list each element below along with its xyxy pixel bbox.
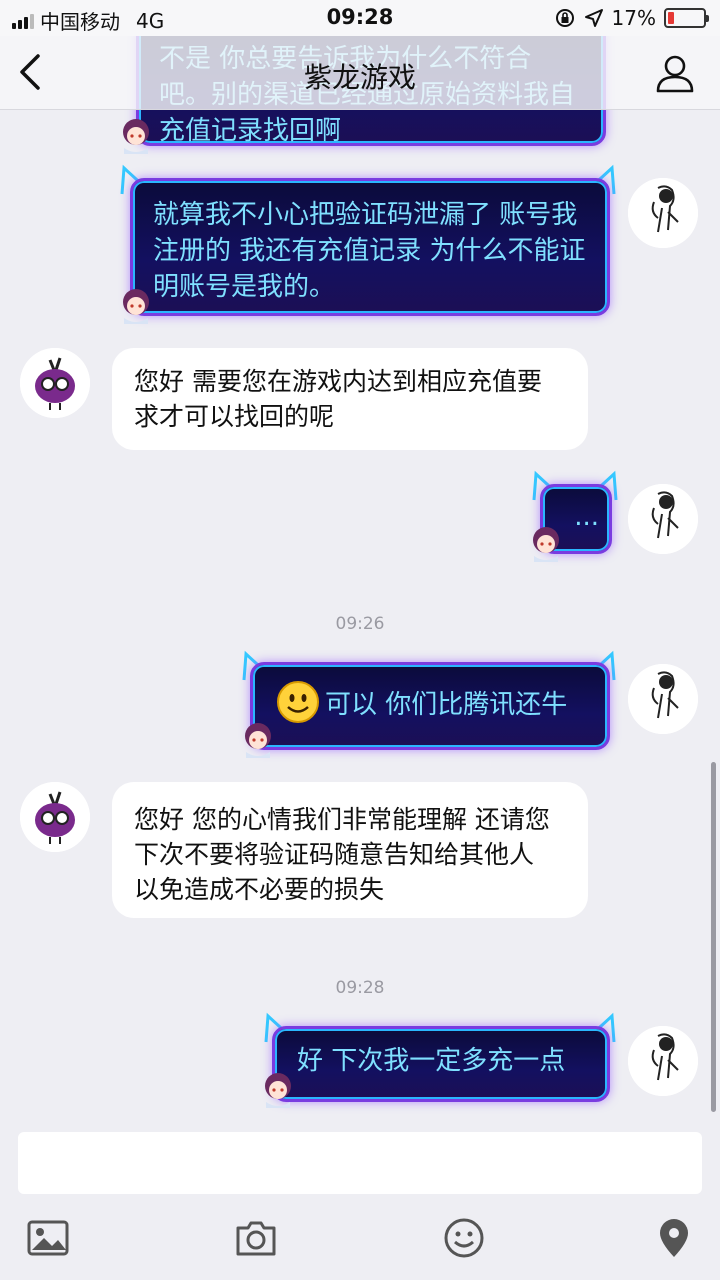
smile-emoji-icon xyxy=(277,681,319,723)
sketch-girl-icon xyxy=(628,178,698,248)
message-bubble[interactable]: 就算我不小心把验证码泄漏了 账号我注册的 我还有充值记录 为什么不能证明账号是我… xyxy=(130,178,610,316)
sticker-girl-icon xyxy=(265,1073,291,1108)
message-text: 您好 需要您在游戏内达到相应充值要求才可以找回的呢 xyxy=(134,367,542,431)
chat-scrollbar[interactable] xyxy=(711,762,716,1112)
camera-icon[interactable] xyxy=(234,1216,278,1260)
user-avatar[interactable] xyxy=(628,1026,698,1096)
nav-header: 紫龙游戏 xyxy=(0,36,720,110)
purple-mascot-icon xyxy=(20,348,90,418)
battery-icon xyxy=(664,8,709,28)
service-avatar[interactable] xyxy=(20,348,90,418)
message-text: 您好 您的心情我们非常能理解 还请您下次不要将验证码随意告知给其他人 以免造成不… xyxy=(134,805,550,904)
sketch-girl-icon xyxy=(628,484,698,554)
user-avatar[interactable] xyxy=(628,664,698,734)
location-arrow-icon xyxy=(584,9,603,27)
sticker-girl-icon xyxy=(123,289,149,324)
purple-mascot-icon xyxy=(20,782,90,852)
battery-percent: 17% xyxy=(611,6,656,30)
sticker-girl-icon xyxy=(533,527,559,562)
timestamp: 09:28 xyxy=(335,978,385,998)
user-avatar[interactable] xyxy=(628,484,698,554)
location-icon[interactable] xyxy=(652,1216,696,1260)
message-bubble[interactable]: 您好 需要您在游戏内达到相应充值要求才可以找回的呢 xyxy=(112,348,588,450)
message-bubble[interactable]: 您好 您的心情我们非常能理解 还请您下次不要将验证码随意告知给其他人 以免造成不… xyxy=(112,782,588,918)
chat-scroll-area[interactable]: 不是 你总要告诉我为什么不符合吧。别的渠道已经通过原始资料我自充值记录找回啊 就… xyxy=(0,36,720,1120)
message-bubble[interactable]: 好 下次我一定多充一点 xyxy=(272,1026,610,1102)
emoji-icon[interactable] xyxy=(442,1216,486,1260)
message-text: 就算我不小心把验证码泄漏了 账号我注册的 我还有充值记录 为什么不能证明账号是我… xyxy=(153,200,586,302)
sticker-girl-icon xyxy=(245,723,271,758)
person-icon[interactable] xyxy=(654,52,696,94)
sketch-girl-icon xyxy=(628,1026,698,1096)
status-bar: 中国移动 4G 09:28 17% xyxy=(0,0,720,36)
lock-rotation-icon xyxy=(555,9,574,27)
compose-bar xyxy=(0,1120,720,1210)
sticker-girl-icon xyxy=(123,119,149,154)
timestamp: 09:26 xyxy=(335,614,385,634)
message-text: 可以 你们比腾讯还牛 xyxy=(325,690,568,720)
sketch-girl-icon xyxy=(628,664,698,734)
image-icon[interactable] xyxy=(26,1216,70,1260)
message-text: 好 下次我一定多充一点 xyxy=(297,1046,566,1076)
bottom-toolbar xyxy=(0,1200,720,1280)
page-title: 紫龙游戏 xyxy=(303,61,416,94)
service-avatar[interactable] xyxy=(20,782,90,852)
message-text: ... xyxy=(574,502,599,532)
user-avatar[interactable] xyxy=(628,178,698,248)
message-input[interactable] xyxy=(18,1132,702,1194)
